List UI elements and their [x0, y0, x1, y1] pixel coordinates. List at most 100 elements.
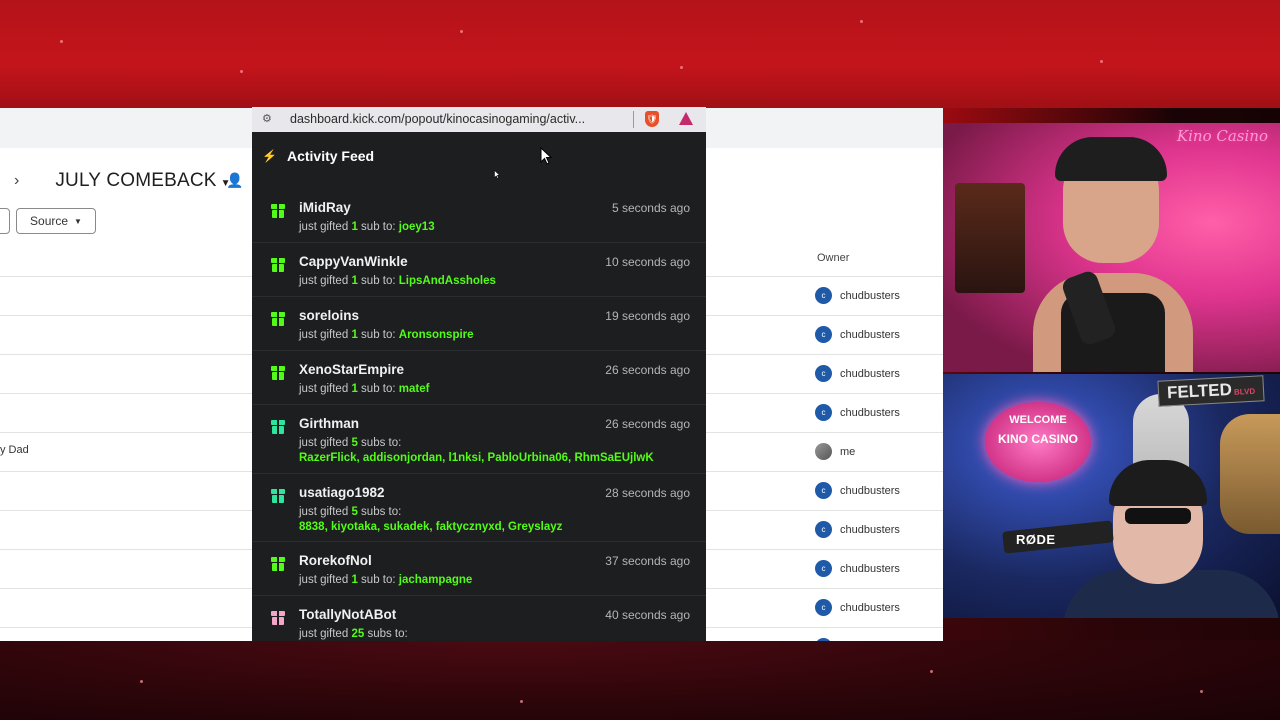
page-title-text: JULY COMEBACK: [55, 170, 217, 191]
sparkle: [60, 40, 63, 43]
gift-count: 5: [351, 506, 358, 518]
row-owner: me: [815, 443, 855, 460]
source-filter-button[interactable]: Source ▼: [16, 208, 96, 234]
gift-icon: [271, 489, 285, 503]
gift-unit: subs to:: [361, 437, 402, 449]
feed-title: Activity Feed: [286, 148, 375, 164]
gift-prefix: just gifted: [299, 275, 349, 287]
avatar: c: [815, 287, 832, 304]
gift-icon: [271, 258, 285, 272]
feed-item[interactable]: soreloins 19 seconds ago just gifted 1 sub…: [252, 297, 706, 351]
gift-icon: [271, 312, 285, 326]
gift-recipients[interactable]: joey13: [399, 221, 435, 233]
gift-icon: [271, 557, 285, 571]
gift-count: 1: [351, 275, 358, 287]
caret-down-icon: ▼: [74, 216, 82, 226]
kino-casino-logo: Kino Casino: [1176, 127, 1268, 145]
felted-sign-text: FELTED: [1166, 379, 1233, 403]
gift-recipients[interactable]: jachampagne: [399, 574, 473, 586]
timestamp: 40 seconds ago: [605, 608, 690, 622]
avatar: c: [815, 521, 832, 538]
gift-description: just gifted 5 subs to:: [299, 437, 401, 449]
gift-recipients[interactable]: matef: [399, 383, 430, 395]
sparkle: [1200, 690, 1203, 693]
site-settings-icon[interactable]: ⚙: [262, 112, 272, 125]
feed-item[interactable]: RorekofNol 37 seconds ago just gifted 1 su…: [252, 542, 706, 596]
timestamp: 5 seconds ago: [611, 201, 690, 215]
feed-item[interactable]: TotallyNotABot 40 seconds ago just gifted …: [252, 596, 706, 641]
activity-feed-popout: ⚙ dashboard.kick.com/popout/kinocasinoga…: [252, 107, 706, 641]
filter-chip[interactable]: [0, 208, 10, 234]
timestamp: 26 seconds ago: [605, 417, 690, 431]
avatar: c: [815, 560, 832, 577]
owner-name: chudbusters: [840, 367, 900, 380]
url-text[interactable]: dashboard.kick.com/popout/kinocasinogami…: [290, 112, 585, 126]
gift-unit: sub to:: [361, 329, 396, 341]
feed-list: iMidRay 5 seconds ago just gifted 1 sub to…: [252, 189, 706, 641]
lion-statue: [1220, 414, 1280, 534]
source-filter-label: Source: [30, 214, 69, 228]
gift-recipients[interactable]: Aronsonspire: [399, 329, 474, 341]
sparkle: [240, 70, 243, 73]
gift-recipients[interactable]: RazerFlick, addisonjordan, l1nksi, Pablo…: [299, 452, 654, 464]
divider: [633, 111, 634, 128]
breadcrumb: › JULY COMEBACK ▼: [14, 170, 231, 192]
gift-prefix: just gifted: [299, 221, 349, 233]
page-title[interactable]: JULY COMEBACK ▼: [55, 170, 230, 192]
row-owner: c chudbusters: [815, 326, 900, 343]
feed-item[interactable]: XenoStarEmpire 26 seconds ago just gifted …: [252, 351, 706, 405]
row-owner: c chudbusters: [815, 599, 900, 616]
gift-description: just gifted 1 sub to: LipsAndAssholes: [299, 275, 496, 287]
people-icon[interactable]: 👤: [226, 172, 243, 189]
gifter-name[interactable]: iMidRay: [299, 200, 351, 215]
gift-unit: subs to:: [367, 628, 408, 640]
gifter-name[interactable]: RorekofNol: [299, 553, 372, 568]
gift-unit: sub to:: [361, 574, 396, 586]
chevron-right-icon[interactable]: ›: [14, 172, 19, 190]
row-owner: c chudbusters: [815, 404, 900, 421]
gift-prefix: just gifted: [299, 628, 349, 640]
row-owner: c chudbusters: [815, 287, 900, 304]
brave-rewards-icon[interactable]: [679, 112, 693, 125]
owner-name: me: [840, 445, 856, 458]
feed-item[interactable]: Girthman 26 seconds ago just gifted 5 subs…: [252, 405, 706, 474]
gift-description: just gifted 1 sub to: joey13: [299, 221, 435, 233]
owner-name: chudbusters: [840, 523, 900, 536]
mouse-cursor-icon: [494, 170, 500, 179]
feed-item[interactable]: usatiago1982 28 seconds ago just gifted 5 …: [252, 474, 706, 542]
gifter-name[interactable]: TotallyNotABot: [299, 607, 396, 622]
row-owner: c chudbusters: [815, 560, 900, 577]
feed-item[interactable]: CappyVanWinkle 10 seconds ago just gifted …: [252, 243, 706, 297]
gift-description: just gifted 5 subs to:: [299, 506, 401, 518]
gift-recipients[interactable]: 8838, kiyotaka, sukadek, faktycznyxd, Gr…: [299, 521, 562, 533]
gift-description: just gifted 1 sub to: Aronsonspire: [299, 329, 474, 341]
gift-icon: [271, 366, 285, 380]
stream-background-bottom: [0, 640, 1280, 720]
gifter-name[interactable]: soreloins: [299, 308, 359, 323]
guest-cap: [1109, 460, 1207, 506]
sparkle: [1100, 60, 1103, 63]
gift-prefix: just gifted: [299, 437, 349, 449]
gift-prefix: just gifted: [299, 574, 349, 586]
mic-brand-label: RØDE: [1016, 532, 1056, 547]
gifter-name[interactable]: Girthman: [299, 416, 359, 431]
owner-column-header[interactable]: Owner: [817, 252, 849, 264]
feed-item[interactable]: iMidRay 5 seconds ago just gifted 1 sub to…: [252, 189, 706, 243]
gifter-name[interactable]: CappyVanWinkle: [299, 254, 408, 269]
shelf: [955, 183, 1025, 293]
timestamp: 19 seconds ago: [605, 309, 690, 323]
sparkle: [930, 670, 933, 673]
gifter-name[interactable]: XenoStarEmpire: [299, 362, 404, 377]
lightning-icon: ⚡: [262, 149, 277, 163]
mouse-cursor-icon: [540, 147, 552, 165]
sparkle: [140, 680, 143, 683]
brave-shield-icon[interactable]: 🛡: [645, 111, 659, 127]
gift-recipients[interactable]: LipsAndAssholes: [399, 275, 496, 287]
owner-name: chudbusters: [840, 641, 900, 642]
owner-name: chudbusters: [840, 484, 900, 497]
address-bar[interactable]: ⚙ dashboard.kick.com/popout/kinocasinoga…: [252, 107, 706, 132]
gift-count: 1: [351, 383, 358, 395]
sparkle: [520, 700, 523, 703]
gifter-name[interactable]: usatiago1982: [299, 485, 385, 500]
owner-name: chudbusters: [840, 328, 900, 341]
